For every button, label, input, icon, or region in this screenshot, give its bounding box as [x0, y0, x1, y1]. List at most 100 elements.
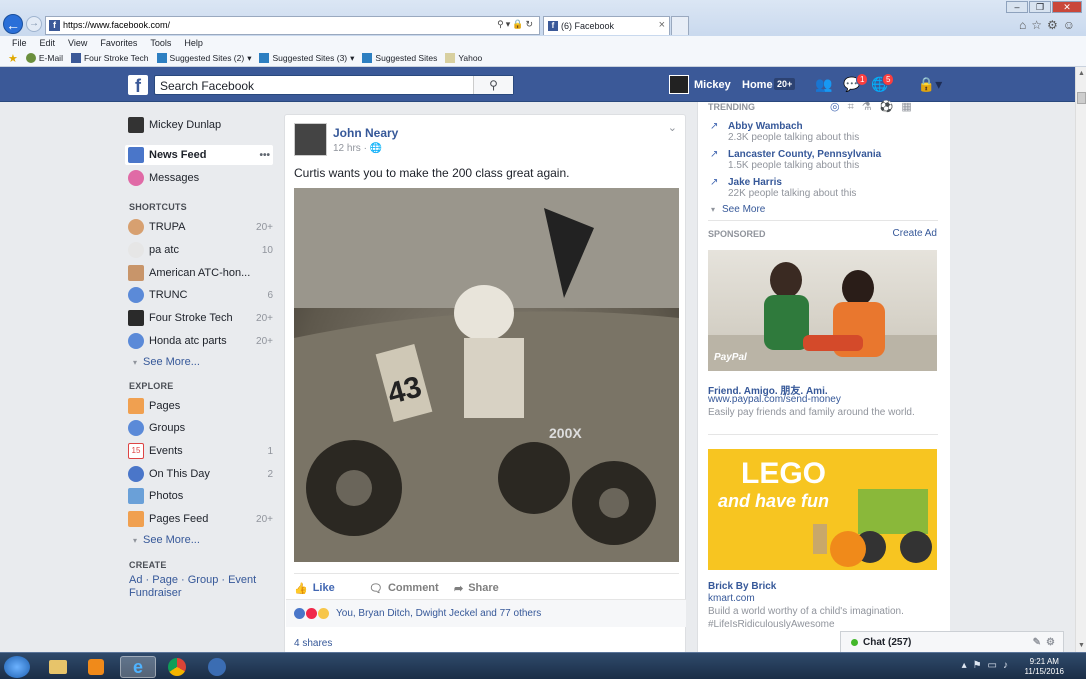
- shortcut-honda-atc-parts[interactable]: Honda atc parts 20+: [128, 331, 273, 351]
- browser-tab[interactable]: f (6) Facebook ×: [543, 16, 670, 35]
- explore-pages-feed[interactable]: Pages Feed 20+: [128, 509, 273, 529]
- lego-ad-image[interactable]: LEGO and have fun: [708, 449, 937, 570]
- post-text: Curtis wants you to make the 200 class g…: [294, 166, 570, 180]
- shortcut-american-atc[interactable]: American ATC-hon...: [128, 263, 273, 283]
- media-player-icon[interactable]: [82, 656, 110, 678]
- tab-close-icon[interactable]: ×: [659, 19, 665, 31]
- thunderbird-icon[interactable]: [203, 656, 231, 678]
- chrome-icon[interactable]: [163, 656, 191, 678]
- trending-see-more[interactable]: ▾ See More: [711, 204, 765, 215]
- favorites-star-icon[interactable]: ★: [8, 52, 18, 65]
- friend-requests-icon[interactable]: 👥: [815, 76, 833, 93]
- paypal-ad-image[interactable]: PayPal: [708, 250, 937, 371]
- browser-tools-icons[interactable]: ⌂☆⚙☺: [1019, 18, 1080, 32]
- ad1-description: Easily pay friends and family around the…: [708, 407, 915, 418]
- menu-favorites[interactable]: Favorites: [100, 36, 137, 50]
- menu-view[interactable]: View: [68, 36, 87, 50]
- create-ad-link[interactable]: Ad: [129, 574, 142, 586]
- internet-explorer-icon[interactable]: e: [120, 656, 156, 678]
- search-input[interactable]: Search Facebook ⚲: [154, 75, 514, 95]
- post-author-avatar[interactable]: [294, 123, 327, 156]
- explore-on-this-day[interactable]: On This Day 2: [128, 464, 273, 484]
- scroll-down-icon[interactable]: ▼: [1077, 641, 1086, 650]
- explore-pages[interactable]: Pages: [128, 396, 273, 416]
- fav-suggested-sites-3[interactable]: Suggested Sites (3) ▾: [259, 53, 354, 64]
- clock-icon: [128, 466, 144, 482]
- address-controls-icon[interactable]: ⚲▾🔒↻: [497, 19, 535, 30]
- post-author-name[interactable]: John Neary: [333, 126, 398, 140]
- shortcut-four-stroke-tech[interactable]: Four Stroke Tech 20+: [128, 308, 273, 328]
- explore-photos[interactable]: Photos: [128, 486, 273, 506]
- file-explorer-icon[interactable]: [44, 656, 72, 678]
- explore-groups[interactable]: Groups: [128, 418, 273, 438]
- header-home-link[interactable]: Home: [742, 79, 773, 91]
- new-tab-button[interactable]: [671, 16, 689, 35]
- post-actions: 👍 Like 🗨 Comment ➦ Share: [294, 573, 679, 597]
- reactions-summary[interactable]: You, Bryan Ditch, Dwight Jeckel and 77 o…: [286, 599, 686, 627]
- ad1-url[interactable]: www.paypal.com/send-money: [708, 394, 841, 405]
- chat-compose-icon[interactable]: ✎: [1033, 637, 1041, 648]
- chat-settings-gear-icon[interactable]: ⚙: [1046, 637, 1055, 648]
- trending-item[interactable]: ↗ Abby Wambach 2.3K people talking about t…: [710, 121, 859, 143]
- create-page-link[interactable]: Page: [152, 574, 178, 586]
- chat-bar[interactable]: Chat (257) ✎ ⚙: [840, 631, 1064, 653]
- maximize-button[interactable]: ❐: [1029, 1, 1051, 13]
- search-button[interactable]: ⚲: [473, 76, 513, 94]
- menu-file[interactable]: File: [12, 36, 27, 50]
- explore-see-more[interactable]: ▾ See More...: [133, 534, 200, 546]
- fav-email[interactable]: E-Mail: [25, 53, 63, 63]
- shortcut-pa-atc[interactable]: pa atc 10: [128, 240, 273, 260]
- taskbar-clock[interactable]: 9:21 AM 11/15/2016: [1025, 657, 1064, 677]
- shortcut-trupa[interactable]: TRUPA 20+: [128, 217, 273, 237]
- shortcuts-see-more[interactable]: ▾ See More...: [133, 356, 200, 368]
- menu-edit[interactable]: Edit: [40, 36, 56, 50]
- post-timestamp[interactable]: 12 hrs · 🌐: [333, 143, 382, 154]
- shortcut-trunc[interactable]: TRUNC 6: [128, 285, 273, 305]
- trending-item[interactable]: ↗ Jake Harris 22K people talking about thi…: [710, 177, 856, 199]
- post-photo[interactable]: 43 200X: [294, 188, 679, 562]
- create-links: Ad · Page · Group · Event Fundraiser: [129, 574, 257, 599]
- fav-yahoo[interactable]: Yahoo: [445, 53, 482, 63]
- page-scrollbar[interactable]: ▲ ▼: [1075, 67, 1086, 652]
- header-profile-link[interactable]: Mickey: [694, 79, 731, 91]
- create-ad-link[interactable]: Create Ad: [893, 228, 937, 239]
- fav-suggested-sites-2[interactable]: Suggested Sites (2) ▾: [156, 53, 251, 64]
- create-fundraiser-link[interactable]: Fundraiser: [129, 587, 182, 599]
- ad2-url[interactable]: kmart.com: [708, 593, 755, 604]
- shares-count-link[interactable]: 4 shares: [294, 638, 332, 649]
- explore-events[interactable]: 15 Events 1: [128, 441, 273, 461]
- settings-dropdown-icon[interactable]: 🔒▾: [913, 76, 947, 93]
- fav-suggested-sites[interactable]: Suggested Sites: [362, 53, 437, 63]
- trending-category-icons[interactable]: ◎⌗⚗⚽▦: [830, 100, 920, 114]
- fav-four-stroke-tech[interactable]: Four Stroke Tech: [70, 53, 149, 63]
- close-window-button[interactable]: ✕: [1052, 1, 1082, 13]
- menu-help[interactable]: Help: [184, 36, 203, 50]
- left-nav-news-feed[interactable]: News Feed •••: [125, 145, 273, 165]
- scroll-thumb[interactable]: [1077, 92, 1086, 104]
- share-button[interactable]: ➦ Share: [454, 574, 529, 597]
- share-arrow-icon: ➦: [454, 582, 464, 595]
- forward-button[interactable]: →: [26, 16, 42, 32]
- system-tray-icons[interactable]: ▴⚑▭♪: [962, 660, 1014, 671]
- browser-titlebar: ← → f https://www.facebook.com/ ⚲▾🔒↻ f (…: [0, 0, 1086, 36]
- back-button[interactable]: ←: [3, 14, 23, 34]
- search-icon: ⚲: [489, 78, 498, 92]
- scroll-up-icon[interactable]: ▲: [1077, 69, 1086, 78]
- news-feed-options-icon[interactable]: •••: [259, 150, 270, 161]
- address-bar[interactable]: f https://www.facebook.com/ ⚲▾🔒↻: [45, 16, 540, 35]
- header-avatar[interactable]: [669, 75, 689, 94]
- ad2-title[interactable]: Brick By Brick: [708, 581, 776, 592]
- create-event-link[interactable]: Event: [228, 574, 256, 586]
- start-button-windows-icon[interactable]: [4, 656, 30, 678]
- chat-label: Chat (257): [863, 636, 912, 648]
- facebook-logo-icon[interactable]: f: [128, 75, 148, 96]
- left-nav-profile[interactable]: Mickey Dunlap: [128, 115, 273, 135]
- comment-button[interactable]: 🗨 Comment: [369, 574, 454, 597]
- create-group-link[interactable]: Group: [188, 574, 219, 586]
- like-button[interactable]: 👍 Like: [294, 574, 369, 597]
- menu-tools[interactable]: Tools: [150, 36, 171, 50]
- left-nav-messages[interactable]: Messages: [128, 168, 273, 188]
- post-options-chevron-icon[interactable]: ⌄: [668, 121, 677, 134]
- minimize-button[interactable]: –: [1006, 1, 1028, 13]
- trending-item[interactable]: ↗ Lancaster County, Pennsylvania 1.5K peop…: [710, 149, 881, 171]
